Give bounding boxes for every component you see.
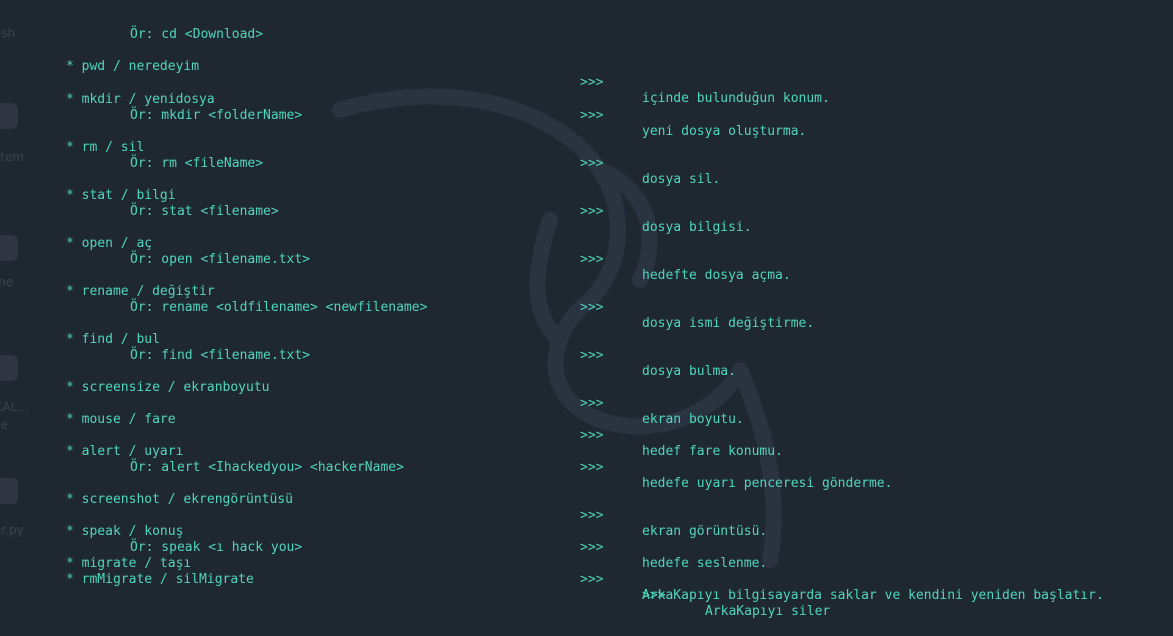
separator-arrow: >>> — [580, 204, 604, 219]
command-row-mkdir: * mkdir / yenidosya >>> yeni dosya oluşt… — [0, 76, 806, 139]
example-text: Ör: mkdir <folderName> — [130, 108, 303, 123]
command-row-open: * open / aç >>> hedefte dosya açma. — [0, 220, 791, 283]
separator-arrow: >>> — [580, 348, 604, 363]
command-description: ekran boyutu. — [642, 412, 744, 427]
separator-arrow: >>> — [580, 428, 604, 443]
command-description: yeni dosya oluşturma. — [642, 124, 807, 139]
command-description: ekran görüntüsü. — [642, 524, 768, 539]
command-row-rm: * rm / sil >>> dosya sil. — [0, 124, 720, 187]
command-row-stat: * stat / bilgi >>> dosya bilgisi. — [0, 172, 752, 235]
example-text: Ör: find <filename.txt> — [130, 348, 311, 363]
command-text: * screenshot / ekrengörüntüsü — [66, 492, 293, 507]
example-line: Ör: speak <ı hack you> — [0, 524, 302, 555]
command-text: * rmMigrate / silMigrate — [66, 572, 254, 587]
example-text: Ör: stat <filename> — [130, 204, 279, 219]
separator-arrow: >>> — [580, 108, 604, 123]
command-row-find: * find / bul >>> dosya bulma. — [0, 316, 736, 379]
command-row-speak: * speak / konuş >>> hedefe seslenme. — [0, 508, 767, 571]
separator-arrow: >>> — [580, 252, 604, 267]
command-row-pwd: * pwd / neredeyim >>> içinde bulunduğun … — [0, 43, 830, 106]
command-text: * screensize / ekranboyutu — [66, 380, 270, 395]
example-line: Ör: find <filename.txt> — [0, 332, 310, 363]
command-description: ArkaKapıyı bilgisayarda saklar ve kendin… — [642, 588, 1104, 603]
example-line: Ör: rename <oldfilename> <newfilename> — [0, 284, 427, 315]
command-row-mouse: * mouse / fare >>> hedef fare konumu. — [0, 396, 783, 459]
command-text: * open / aç — [66, 236, 153, 251]
example-text: Ör: rm <fileName> — [130, 156, 264, 171]
command-description: ArkaKapıyı siler — [705, 604, 831, 619]
command-text: * mkdir / yenidosya — [66, 92, 215, 107]
command-row-rmmigrate: * rmMigrate / silMigrate >>> ArkaKapıyı … — [0, 556, 830, 619]
command-text: * pwd / neredeyim — [66, 59, 200, 74]
command-description: dosya ismi değiştirme. — [642, 316, 815, 331]
example-line: Ör: open <filename.txt> — [0, 236, 310, 267]
separator-arrow: >>> — [580, 460, 604, 475]
separator-arrow: >>> — [580, 156, 604, 171]
command-text: * migrate / taşı — [66, 556, 192, 571]
command-text: * mouse / fare — [66, 412, 176, 427]
command-description: dosya sil. — [642, 172, 721, 187]
separator-arrow: >>> — [580, 572, 604, 587]
example-text: Ör: rename <oldfilename> <newfilename> — [130, 300, 428, 315]
example-line: Ör: mkdir <folderName> — [0, 92, 302, 123]
command-row-alert: * alert / uyarı >>> hedefe uyarı pencere… — [0, 428, 892, 491]
separator-arrow: >>> — [580, 508, 604, 523]
command-text: * alert / uyarı — [66, 444, 184, 459]
command-row-rename: * rename / değiştir >>> dosya ismi değiş… — [0, 268, 814, 331]
command-description: hedefte dosya açma. — [642, 268, 791, 283]
command-row-screenshot: * screenshot / ekrengörüntüsü >>> ekran … — [0, 476, 767, 539]
command-description: dosya bilgisi. — [642, 220, 752, 235]
example-text: Ör: speak <ı hack you> — [130, 540, 303, 555]
separator-arrow: >>> — [580, 540, 604, 555]
example-line: Ör: cd <Download> — [0, 11, 263, 42]
command-description: dosya bulma. — [642, 364, 736, 379]
example-text: Ör: alert <Ihackedyou> <hackerName> — [130, 460, 404, 475]
command-text: * find / bul — [66, 332, 160, 347]
command-description: hedefe uyarı penceresi gönderme. — [642, 476, 893, 491]
example-text: Ör: open <filename.txt> — [130, 252, 311, 267]
command-text: * speak / konuş — [66, 524, 184, 539]
separator-arrow: >>> — [580, 396, 604, 411]
command-description: hedef fare konumu. — [642, 444, 783, 459]
terminal-output[interactable]: Ör: cd <Download> * pwd / neredeyim >>> … — [0, 0, 1173, 619]
separator-arrow: >>> — [580, 75, 604, 90]
command-row-screensize: * screensize / ekranboyutu >>> ekran boy… — [0, 364, 744, 427]
command-description: içinde bulunduğun konum. — [642, 91, 830, 106]
example-line: Ör: stat <filename> — [0, 188, 279, 219]
example-text: Ör: cd <Download> — [130, 27, 264, 42]
command-text: * stat / bilgi — [66, 188, 176, 203]
example-line: Ör: rm <fileName> — [0, 140, 263, 171]
command-text: * rename / değiştir — [66, 284, 215, 299]
command-row-migrate: * migrate / taşı >>> ArkaKapıyı bilgisay… — [0, 540, 1104, 603]
command-text: * rm / sil — [66, 140, 145, 155]
separator-arrow: >>> — [580, 300, 604, 315]
example-line: Ör: alert <Ihackedyou> <hackerName> — [0, 444, 404, 475]
separator-arrow: >>> — [642, 588, 666, 603]
command-description: hedefe seslenme. — [642, 556, 768, 571]
